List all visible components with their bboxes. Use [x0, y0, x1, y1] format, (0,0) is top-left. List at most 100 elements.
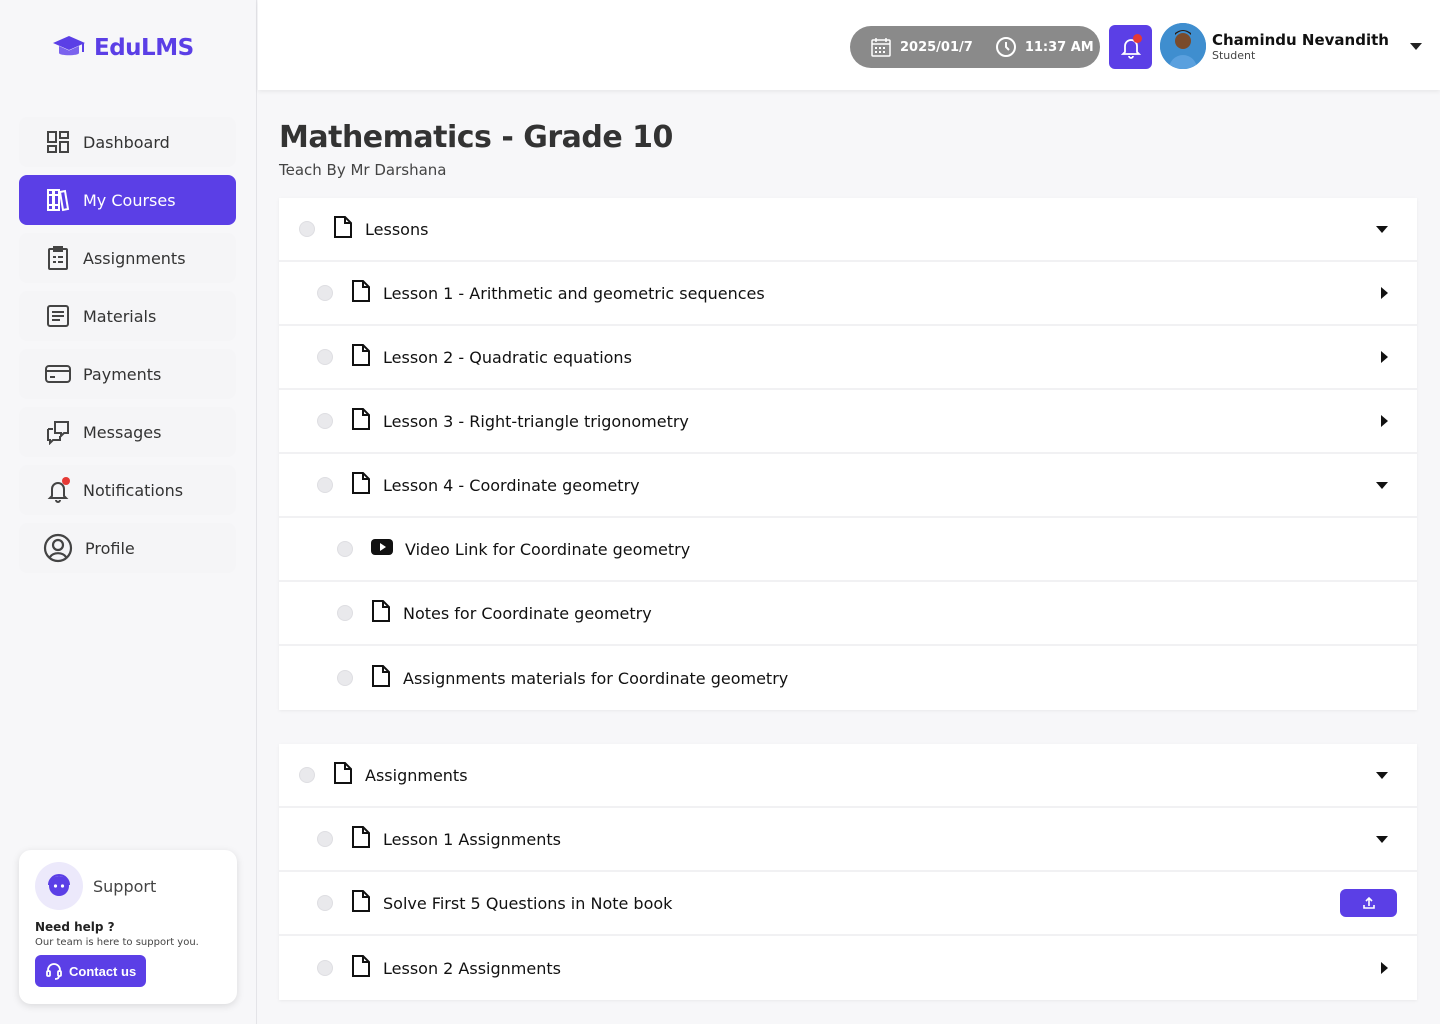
doc-icon-wrap — [351, 889, 371, 917]
upload-button[interactable] — [1340, 889, 1397, 917]
notification-badge — [62, 477, 70, 485]
sidebar-item-profile[interactable]: Profile — [19, 523, 236, 573]
youtube-icon — [371, 539, 393, 555]
doc-icon-wrap — [371, 539, 393, 559]
document-icon — [334, 216, 352, 238]
brand-name: EduLMS — [94, 35, 194, 61]
support-card: Support Need help ? Our team is here to … — [19, 850, 237, 1004]
section-title: Lessons — [365, 219, 429, 239]
sidebar-item-notifications[interactable]: Notifications — [19, 465, 236, 515]
caret-down-icon[interactable] — [1375, 770, 1389, 780]
document-icon — [352, 408, 370, 430]
caret-right-icon[interactable] — [1379, 414, 1389, 428]
sidebar-item-my-courses[interactable]: My Courses — [19, 175, 236, 225]
row-action[interactable] — [1375, 224, 1389, 234]
clipboard-icon — [48, 246, 68, 270]
list-item[interactable]: Lesson 1 Assignments — [279, 808, 1417, 872]
row-action[interactable] — [1375, 834, 1389, 844]
completion-radio[interactable] — [317, 895, 333, 911]
completion-radio[interactable] — [317, 477, 333, 493]
section-header[interactable]: Assignments — [279, 744, 1417, 808]
completion-radio[interactable] — [299, 221, 315, 237]
caret-down-icon[interactable] — [1375, 834, 1389, 844]
document-icon — [352, 955, 370, 977]
notification-icon-wrap — [45, 477, 71, 503]
document-icon — [372, 600, 390, 622]
sidebar-item-label: Payments — [83, 364, 162, 384]
list-item[interactable]: Lesson 2 Assignments — [279, 936, 1417, 1000]
doc-icon-wrap — [351, 825, 371, 853]
completion-radio[interactable] — [317, 831, 333, 847]
completion-radio[interactable] — [317, 413, 333, 429]
caret-down-icon[interactable] — [1409, 41, 1423, 51]
completion-radio[interactable] — [317, 960, 333, 976]
avatar — [1160, 23, 1206, 69]
row-label: Lesson 2 - Quadratic equations — [383, 347, 632, 367]
sidebar-item-label: My Courses — [83, 190, 176, 210]
upload-icon — [1362, 896, 1375, 909]
sidebar-item-assignments[interactable]: Assignments — [19, 233, 236, 283]
caret-right-icon[interactable] — [1379, 961, 1389, 975]
sidebar-item-payments[interactable]: Payments — [19, 349, 236, 399]
row-label: Lesson 2 Assignments — [383, 958, 561, 978]
row-label: Notes for Coordinate geometry — [403, 603, 652, 623]
logo[interactable]: EduLMS — [40, 18, 216, 78]
list-item[interactable]: Lesson 4 - Coordinate geometry — [279, 454, 1417, 518]
row-action[interactable] — [1379, 414, 1389, 428]
completion-radio[interactable] — [317, 285, 333, 301]
caret-right-icon[interactable] — [1379, 286, 1389, 300]
support-title: Support — [93, 876, 157, 896]
contact-us-button[interactable]: Contact us — [35, 955, 147, 987]
list-item[interactable]: Notes for Coordinate geometry — [279, 582, 1417, 646]
row-label: Lesson 3 - Right-triangle trigonometry — [383, 411, 689, 431]
graduation-cap-icon — [53, 36, 85, 56]
sidebar-item-materials[interactable]: Materials — [19, 291, 236, 341]
list-item[interactable]: Lesson 1 - Arithmetic and geometric sequ… — [279, 262, 1417, 326]
support-agent-icon — [48, 874, 70, 896]
row-action[interactable] — [1379, 961, 1389, 975]
list-item[interactable]: Lesson 2 - Quadratic equations — [279, 326, 1417, 390]
completion-radio[interactable] — [337, 670, 353, 686]
caret-right-icon[interactable] — [1379, 350, 1389, 364]
section-header[interactable]: Lessons — [279, 198, 1417, 262]
doc-icon-wrap — [351, 279, 371, 307]
row-label: Lesson 4 - Coordinate geometry — [383, 475, 640, 495]
calendar-icon — [871, 38, 891, 57]
completion-radio[interactable] — [337, 541, 353, 557]
row-action[interactable] — [1340, 889, 1397, 917]
notification-badge — [1133, 34, 1142, 43]
assignments-section: Assignments Lesson 1 Assignments Solve Fir… — [279, 744, 1417, 1000]
sidebar-item-label: Dashboard — [83, 132, 170, 152]
row-action[interactable] — [1379, 286, 1389, 300]
row-label: Lesson 1 - Arithmetic and geometric sequ… — [383, 283, 765, 303]
user-menu[interactable]: Chamindu Nevandith Student — [1160, 23, 1423, 69]
caret-down-icon[interactable] — [1375, 224, 1389, 234]
list-item[interactable]: Lesson 3 - Right-triangle trigonometry — [279, 390, 1417, 454]
list-item[interactable]: Video Link for Coordinate geometry — [279, 518, 1417, 582]
row-action[interactable] — [1375, 480, 1389, 490]
user-photo-icon — [1160, 23, 1206, 69]
sidebar-item-label: Profile — [85, 538, 135, 558]
caret-down-icon[interactable] — [1375, 480, 1389, 490]
document-icon — [352, 472, 370, 494]
row-action[interactable] — [1379, 350, 1389, 364]
doc-icon-wrap — [351, 407, 371, 435]
list-item[interactable]: Assignments materials for Coordinate geo… — [279, 646, 1417, 710]
sidebar-item-dashboard[interactable]: Dashboard — [19, 117, 236, 167]
dashboard-icon — [47, 131, 69, 153]
row-label: Solve First 5 Questions in Note book — [383, 893, 673, 913]
document-icon — [352, 344, 370, 366]
completion-radio[interactable] — [337, 605, 353, 621]
doc-icon-wrap — [351, 343, 371, 371]
doc-icon-wrap — [351, 954, 371, 982]
support-avatar — [35, 862, 83, 910]
row-action[interactable] — [1375, 770, 1389, 780]
sidebar-item-label: Materials — [83, 306, 157, 326]
user-name: Chamindu Nevandith — [1212, 30, 1389, 49]
sidebar-item-messages[interactable]: Messages — [19, 407, 236, 457]
completion-radio[interactable] — [317, 349, 333, 365]
completion-radio[interactable] — [299, 767, 315, 783]
notifications-button[interactable] — [1109, 25, 1152, 69]
list-item[interactable]: Solve First 5 Questions in Note book — [279, 872, 1417, 936]
user-circle-icon — [43, 533, 73, 563]
